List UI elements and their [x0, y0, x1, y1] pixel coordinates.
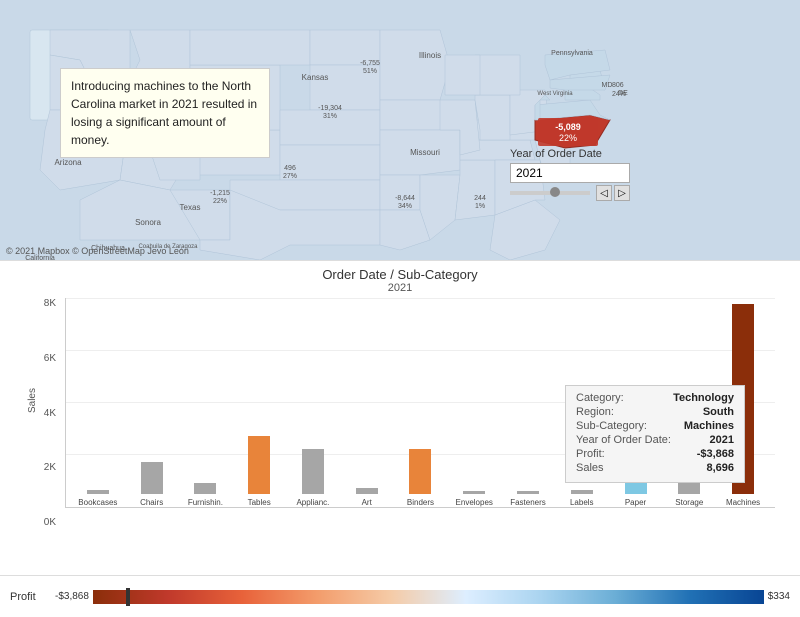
- bar-label-envelopes: Envelopes: [454, 498, 494, 507]
- bar-applianc.: [302, 449, 324, 494]
- profit-bar-values: -$3,868 $334: [55, 590, 790, 604]
- svg-text:244: 244: [474, 195, 486, 202]
- y-tick-4k: 4K: [44, 408, 56, 419]
- tooltip-category-value: Technology: [673, 392, 734, 404]
- svg-text:22%: 22%: [559, 133, 577, 143]
- chart-subtitle: 2021: [0, 282, 800, 294]
- bar-label-applianc.: Applianc.: [293, 498, 333, 507]
- bar-furnishin.: [194, 483, 216, 494]
- bar-label-tables: Tables: [239, 498, 279, 507]
- y-axis: 8K 6K 4K 2K 0K: [25, 298, 60, 528]
- svg-text:MD: MD: [602, 82, 613, 89]
- svg-text:-8,644: -8,644: [395, 195, 415, 202]
- chart-tooltip: Category: Technology Region: South Sub-C…: [565, 385, 745, 483]
- tooltip-subcategory-value: Machines: [684, 420, 734, 432]
- map-section: -5,089 22% Colorado Kansas Missouri Ariz…: [0, 0, 800, 260]
- tooltip-subcategory-label: Sub-Category:: [576, 420, 647, 432]
- bar-bookcases: [87, 490, 109, 494]
- tooltip-year-label: Year of Order Date:: [576, 434, 671, 446]
- svg-text:1%: 1%: [475, 203, 485, 210]
- year-filter-input[interactable]: [510, 163, 630, 183]
- bar-group-furnishin.[interactable]: Furnishin.: [179, 298, 233, 507]
- profit-gradient-bar: [93, 590, 764, 604]
- bar-label-storage: Storage: [669, 498, 709, 507]
- year-filter-label: Year of Order Date: [510, 148, 630, 160]
- svg-text:24%: 24%: [612, 91, 626, 98]
- bar-label-labels: Labels: [562, 498, 602, 507]
- bar-group-chairs[interactable]: Chairs: [125, 298, 179, 507]
- bar-chairs: [141, 462, 163, 494]
- tooltip-region-label: Region:: [576, 406, 614, 418]
- bar-fasteners: [517, 491, 539, 494]
- year-filter: Year of Order Date ◁ ▷: [510, 148, 630, 201]
- svg-text:Sonora: Sonora: [135, 218, 161, 227]
- svg-text:-1,215: -1,215: [210, 190, 230, 197]
- y-tick-6k: 6K: [44, 353, 56, 364]
- y-tick-2k: 2K: [44, 462, 56, 473]
- bar-label-bookcases: Bookcases: [78, 498, 118, 507]
- tooltip-category-label: Category:: [576, 392, 624, 404]
- tooltip-sales-value: 8,696: [706, 462, 734, 474]
- tooltip-profit-label: Profit:: [576, 448, 605, 460]
- svg-text:Kansas: Kansas: [302, 73, 329, 82]
- map-attribution: © 2021 Mapbox © OpenStreetMap Jevo León: [6, 246, 189, 256]
- bar-binders: [409, 449, 431, 494]
- tooltip-profit-value: -$3,868: [697, 448, 734, 460]
- profit-bar-section: Profit -$3,868 $334: [0, 575, 800, 617]
- bar-group-binders[interactable]: Binders: [394, 298, 448, 507]
- svg-text:-19,304: -19,304: [318, 105, 342, 112]
- bar-label-fasteners: Fasteners: [508, 498, 548, 507]
- svg-text:West Virginia: West Virginia: [537, 91, 573, 97]
- tooltip-region-value: South: [703, 406, 734, 418]
- annotation-text: Introducing machines to the North Caroli…: [71, 79, 257, 147]
- y-tick-8k: 8K: [44, 298, 56, 309]
- bar-group-fasteners[interactable]: Fasteners: [501, 298, 555, 507]
- svg-text:27%: 27%: [283, 173, 297, 180]
- bar-group-applianc.[interactable]: Applianc.: [286, 298, 340, 507]
- bar-group-envelopes[interactable]: Envelopes: [447, 298, 501, 507]
- bar-labels: [571, 490, 593, 494]
- svg-text:-5,089: -5,089: [555, 122, 581, 132]
- svg-text:Illinois: Illinois: [419, 51, 441, 60]
- bar-label-art: Art: [347, 498, 387, 507]
- bar-label-paper: Paper: [616, 498, 656, 507]
- svg-text:31%: 31%: [323, 113, 337, 120]
- chart-title: Order Date / Sub-Category: [0, 261, 800, 282]
- profit-bar-label: Profit: [10, 591, 45, 603]
- svg-text:Arizona: Arizona: [54, 158, 82, 167]
- year-next-btn[interactable]: ▷: [614, 185, 630, 201]
- y-tick-0k: 0K: [44, 517, 56, 528]
- svg-text:496: 496: [284, 165, 296, 172]
- tooltip-sales-label: Sales: [576, 462, 604, 474]
- bar-art: [356, 488, 378, 494]
- year-prev-btn[interactable]: ◁: [596, 185, 612, 201]
- svg-text:-6,755: -6,755: [360, 60, 380, 67]
- bar-group-art[interactable]: Art: [340, 298, 394, 507]
- svg-text:Texas: Texas: [180, 203, 201, 212]
- profit-marker: [126, 588, 130, 606]
- bar-label-binders: Binders: [400, 498, 440, 507]
- year-slider[interactable]: [510, 191, 590, 195]
- chart-section: Order Date / Sub-Category 2021 Sales 8K …: [0, 260, 800, 575]
- svg-text:806: 806: [612, 82, 624, 89]
- svg-text:22%: 22%: [213, 198, 227, 205]
- svg-text:Missouri: Missouri: [410, 148, 440, 157]
- bar-tables: [248, 436, 270, 494]
- bar-group-bookcases[interactable]: Bookcases: [71, 298, 125, 507]
- bar-label-furnishin.: Furnishin.: [185, 498, 225, 507]
- svg-text:Pennsylvania: Pennsylvania: [551, 50, 593, 57]
- profit-min: -$3,868: [55, 591, 89, 602]
- svg-text:34%: 34%: [398, 203, 412, 210]
- svg-text:51%: 51%: [363, 68, 377, 75]
- chart-area: Sales 8K 6K 4K 2K 0K Bookcases Chairs Furn…: [25, 298, 775, 528]
- bar-label-chairs: Chairs: [132, 498, 172, 507]
- bar-label-machines: Machines: [723, 498, 763, 507]
- profit-max: $334: [768, 591, 790, 602]
- bar-group-tables[interactable]: Tables: [232, 298, 286, 507]
- tooltip-year-value: 2021: [710, 434, 734, 446]
- annotation-box: Introducing machines to the North Caroli…: [60, 68, 270, 158]
- bar-envelopes: [463, 491, 485, 494]
